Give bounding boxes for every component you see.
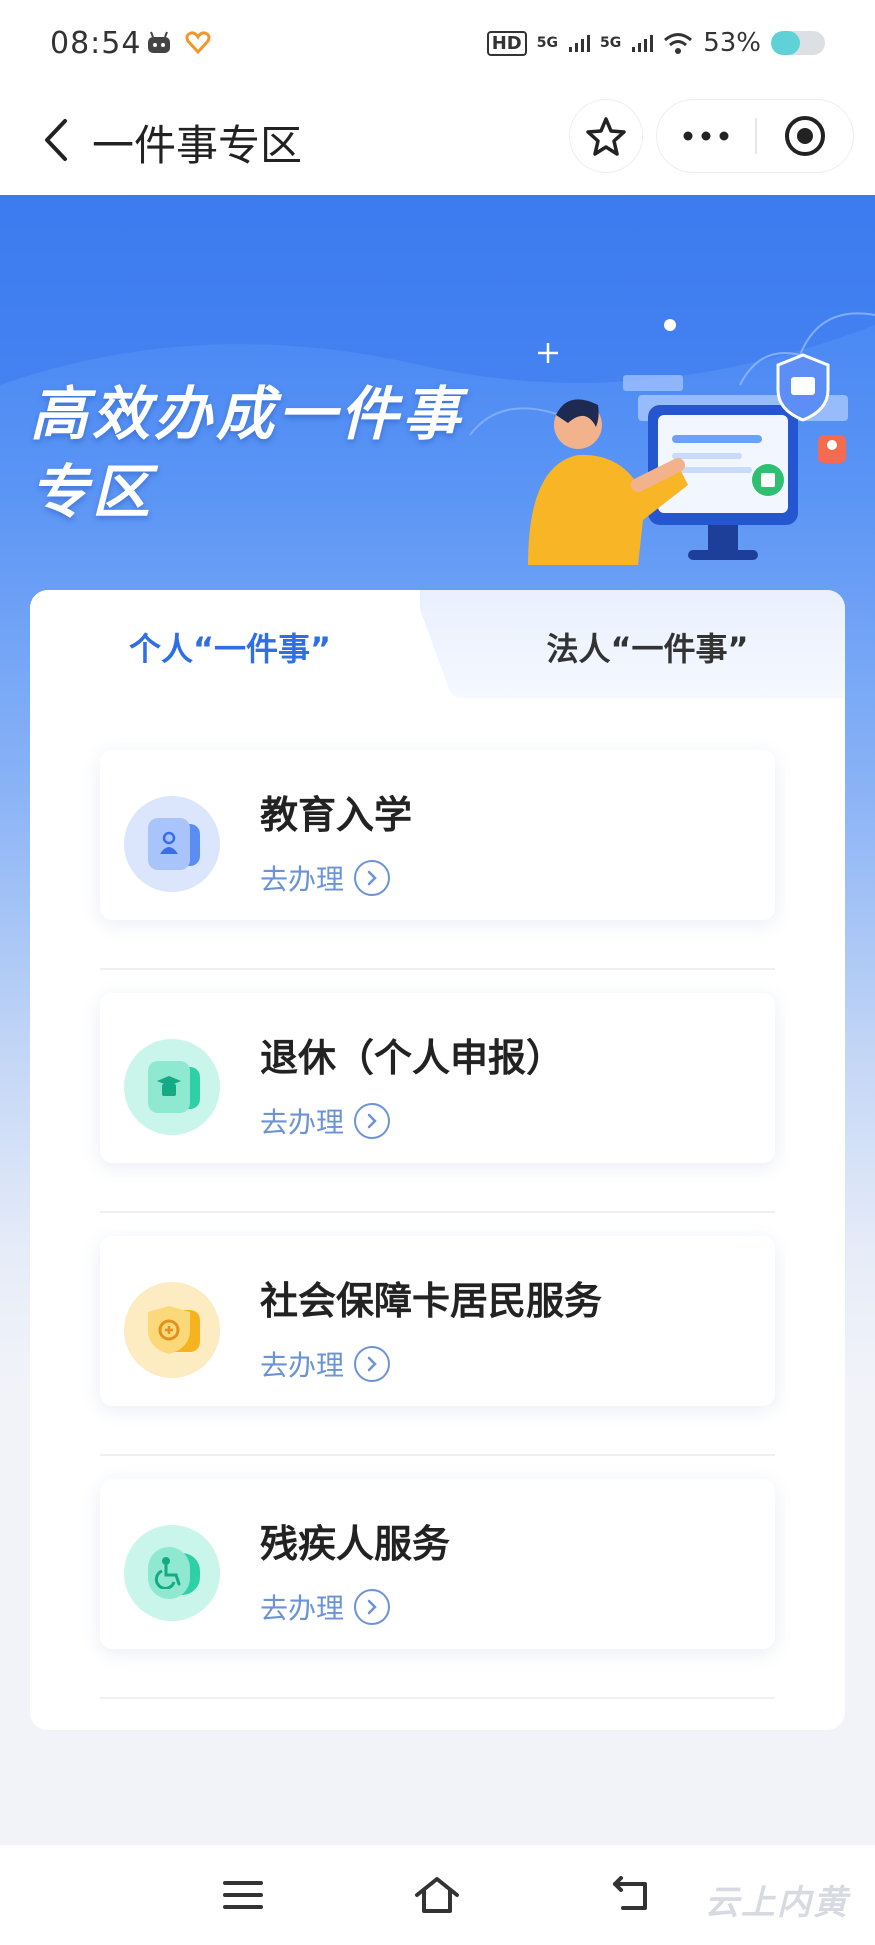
service-item-social-security-card[interactable]: 社会保障卡居民服务 去办理: [100, 1236, 775, 1406]
services-card: 个人“一件事” 法人“一件事” 教育入学 去办理 退休（个人申报） 去办理 社会…: [30, 590, 845, 1730]
close-mini-program-button[interactable]: [757, 100, 853, 172]
status-bar: 08:54 HD 5G 5G 53%: [0, 0, 875, 90]
network-5g-label-1: 5G: [536, 35, 558, 51]
service-item-retirement[interactable]: 退休（个人申报） 去办理: [100, 993, 775, 1163]
chevron-right-circle-icon: [354, 1589, 391, 1625]
chevron-right-circle-icon: [354, 1346, 391, 1382]
retirement-icon: [124, 1039, 220, 1135]
service-item-education[interactable]: 教育入学 去办理: [100, 750, 775, 920]
return-icon: [613, 1876, 647, 1910]
wifi-icon: [664, 33, 693, 54]
service-title: 社会保障卡居民服务: [260, 1279, 603, 1323]
go-handle-link[interactable]: 去办理: [260, 1344, 391, 1384]
hero-title: 高效办成一件事 专区: [30, 375, 464, 531]
tab-bar: 个人“一件事” 法人“一件事”: [30, 590, 845, 698]
menu-button[interactable]: [213, 1865, 273, 1925]
person-at-computer-illustration: [528, 353, 848, 565]
home-button[interactable]: [407, 1865, 467, 1925]
chevron-right-circle-icon: [354, 860, 391, 896]
item-divider: [100, 1211, 775, 1213]
home-icon: [415, 1877, 459, 1913]
nav-bar: 一件事专区: [0, 90, 875, 195]
menu-icon: [223, 1881, 263, 1909]
education-icon: [124, 796, 220, 892]
system-back-button[interactable]: [602, 1865, 662, 1925]
go-handle-label: 去办理: [260, 1106, 345, 1139]
signal-icon-2: [632, 35, 654, 52]
disability-service-icon: [124, 1525, 220, 1621]
hero-title-line1: 高效办成一件事: [30, 380, 465, 448]
signal-icon-1: [568, 35, 590, 52]
page-title: 一件事专区: [92, 121, 303, 170]
more-button[interactable]: [657, 100, 755, 172]
battery-fill: [771, 31, 800, 55]
star-icon: [586, 117, 626, 156]
battery-percent: 53%: [703, 28, 761, 58]
chevron-right-circle-icon: [354, 1103, 391, 1139]
item-divider: [100, 1697, 775, 1699]
tab-personal-label: 个人“一件事”: [128, 630, 332, 668]
app-heart-icon: [185, 31, 211, 54]
service-title: 教育入学: [260, 793, 413, 837]
service-item-disability[interactable]: 残疾人服务 去办理: [100, 1479, 775, 1649]
service-title: 退休（个人申报）: [260, 1036, 565, 1080]
hd-badge: HD: [486, 30, 527, 56]
go-handle-link[interactable]: 去办理: [260, 1587, 391, 1627]
tab-personal[interactable]: 个人“一件事”: [30, 590, 420, 698]
go-handle-label: 去办理: [260, 1592, 345, 1625]
social-security-card-icon: [124, 1282, 220, 1378]
tab-legal-entity[interactable]: 法人“一件事”: [450, 624, 845, 670]
chevron-left-icon: [45, 119, 67, 161]
go-handle-link[interactable]: 去办理: [260, 858, 391, 898]
go-handle-label: 去办理: [260, 1349, 345, 1382]
status-app-icons: [145, 30, 211, 56]
system-nav-bar: 云上内黄: [0, 1845, 875, 1945]
item-divider: [100, 1454, 775, 1456]
service-title: 残疾人服务: [260, 1522, 451, 1566]
hero-title-line2: 专区: [30, 458, 155, 526]
back-button[interactable]: [26, 110, 86, 170]
go-handle-label: 去办理: [260, 863, 345, 896]
battery-icon: [771, 31, 825, 55]
network-5g-label-2: 5G: [599, 35, 622, 51]
watermark-logo: 云上内黄: [705, 1883, 849, 1923]
status-indicators: HD 5G 5G 53%: [486, 28, 825, 58]
go-handle-link[interactable]: 去办理: [260, 1101, 391, 1141]
more-dots-icon: [683, 131, 729, 141]
robot-icon: [148, 31, 170, 53]
status-time: 08:54: [50, 26, 142, 61]
favorite-button[interactable]: [570, 100, 642, 172]
target-close-icon: [785, 116, 825, 156]
mini-program-capsule: [657, 100, 853, 172]
item-divider: [100, 968, 775, 970]
